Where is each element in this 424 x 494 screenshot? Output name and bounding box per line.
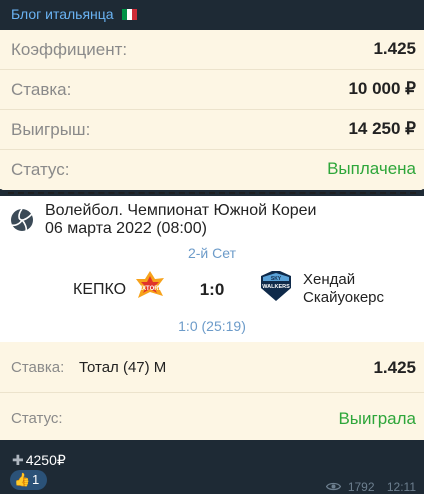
odds-row: Коэффициент: 1.425 [0,30,424,70]
status-row: Статус: Выплачена [0,150,424,190]
league-title: Волейбол. Чемпионат Южной Кореи [45,202,317,219]
team-home-logo-icon: VIXTORM [136,271,164,298]
win-label: Выигрыш: [11,120,91,139]
italy-flag-icon [122,7,138,20]
reaction-count: 1 [32,472,40,487]
message-time: 12:11 [386,480,416,494]
message-meta: 1792 12:11 [326,480,416,494]
profit-line: ✚ 4250₽ [12,452,66,469]
odds-value: 1.425 [373,39,416,58]
result-value: Выиграла [338,409,416,428]
reaction-button[interactable]: 👍 1 [10,470,47,490]
channel-header: Блог итальянца [0,0,424,30]
stake-label: Ставка: [11,80,72,99]
team-away-name-line1: Хендай [303,271,356,288]
win-row: Выигрыш: 14 250 ₽ [0,110,424,150]
bet-summary-card: Коэффициент: 1.425 Ставка: 10 000 ₽ Выиг… [0,30,424,190]
match-score: 1:0 [199,280,225,299]
svg-text:SKY: SKY [271,276,282,282]
team-away-name-line2: Скайуокерс [303,289,385,306]
views-count: 1792 [347,480,375,494]
channel-name[interactable]: Блог итальянца [11,6,138,22]
thumbs-up-icon: 👍 [14,472,31,487]
team-home-name: КЕПКО [73,281,127,298]
plus-icon: ✚ [12,452,24,468]
channel-name-text: Блог итальянца [11,6,114,22]
set-indicator: 2-й Сет [187,245,236,261]
profit-value: 4250₽ [25,452,66,468]
result-label: Статус: [11,410,63,427]
match-date: 06 марта 2022 (08:00) [45,220,207,237]
status-value: Выплачена [327,159,416,178]
match-card: Волейбол. Чемпионат Южной Кореи 06 марта… [0,196,424,342]
volleyball-icon [11,208,33,232]
message-footer: ✚ 4250₽ 👍 1 1792 12:11 [0,440,424,494]
bet-details-card: Ставка: Тотал (47) М 1.425 Статус: Выигр… [0,342,424,440]
stake-row: Ставка: 10 000 ₽ [0,70,424,110]
status-label: Статус: [11,160,70,179]
odds-label: Коэффициент: [11,40,128,59]
svg-text:VIXTORM: VIXTORM [136,286,163,292]
set-score: 1:0 (25:19) [178,318,246,334]
bet-label: Ставка: [11,359,65,376]
stake-value: 10 000 ₽ [348,79,416,98]
bet-value: Тотал (47) М [79,359,167,376]
result-row: Статус: Выиграла [0,393,424,443]
win-value: 14 250 ₽ [348,119,416,138]
bet-odds: 1.425 [373,358,416,377]
svg-text:WALKERS: WALKERS [262,284,290,290]
views-eye-icon [326,482,342,491]
bet-row: Ставка: Тотал (47) М 1.425 [0,342,424,392]
team-away-logo-icon: SKY WALKERS [261,271,291,301]
